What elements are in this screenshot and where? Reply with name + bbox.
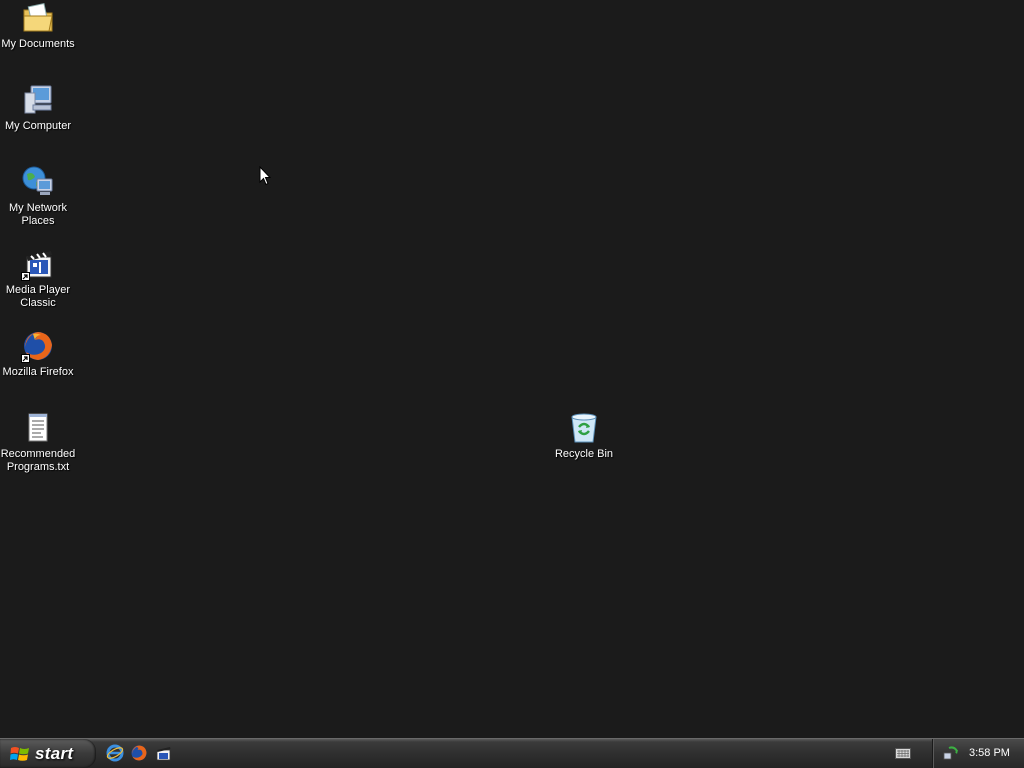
clock[interactable]: 3:58 PM [969,747,1010,759]
desktop: My Documents My Computer My Network Plac… [0,0,1024,738]
quick-launch-bar [106,744,172,762]
shortcut-arrow-icon [21,354,30,363]
folder-documents-icon [21,1,55,35]
system-tray: 3:58 PM [932,739,1024,768]
media-player-classic-icon [21,247,55,281]
desktop-icon-mozilla-firefox[interactable]: Mozilla Firefox [0,329,76,379]
network-places-icon [21,165,55,199]
desktop-icon-my-computer[interactable]: My Computer [0,83,76,133]
computer-icon [21,83,55,117]
internet-explorer-icon[interactable] [106,744,124,762]
start-button[interactable]: start [0,739,96,768]
desktop-icon-my-documents[interactable]: My Documents [0,1,76,51]
firefox-icon[interactable] [130,744,148,762]
taskbar: start 3:58 PM [0,738,1024,768]
keyboard-icon[interactable] [895,747,911,760]
desktop-icon-label: Mozilla Firefox [2,366,74,378]
desktop-icon-label: My Network Places [8,202,68,227]
desktop-icon-label: My Documents [1,38,75,50]
desktop-icon-media-player-classic[interactable]: Media Player Classic [0,247,76,310]
mouse-cursor-icon [259,165,272,186]
desktop-icon-label: My Computer [4,120,72,132]
desktop-icon-label: Recycle Bin [554,448,614,460]
desktop-icon-label: Recommended Programs.txt [0,448,76,473]
desktop-icon-label: Media Player Classic [5,284,71,309]
firefox-icon [21,329,55,363]
media-player-classic-icon[interactable] [154,744,172,762]
recycle-bin-icon [567,411,601,445]
desktop-icon-my-network-places[interactable]: My Network Places [0,165,76,228]
desktop-icon-recommended-programs[interactable]: Recommended Programs.txt [0,411,76,474]
network-status-icon[interactable] [943,745,959,761]
start-label: start [35,743,74,763]
desktop-icon-recycle-bin[interactable]: Recycle Bin [546,411,622,461]
text-file-icon [21,411,55,445]
windows-flag-icon [10,746,29,761]
shortcut-arrow-icon [21,272,30,281]
